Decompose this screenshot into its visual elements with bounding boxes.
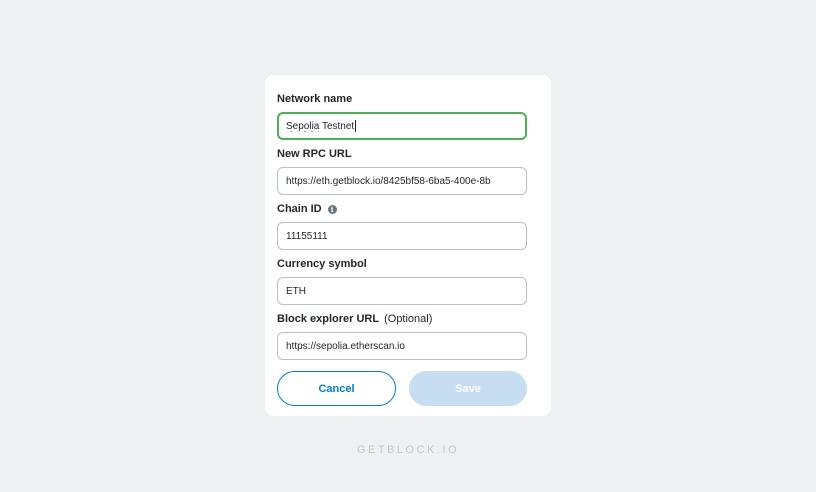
rpc-url-label-text: New RPC URL [277, 148, 352, 160]
network-name-label-text: Network name [277, 93, 353, 105]
block-explorer-input[interactable]: https://sepolia.etherscan.io [277, 332, 527, 360]
block-explorer-label: Block explorer URL (Optional) [277, 312, 432, 326]
block-explorer-value: https://sepolia.etherscan.io [286, 340, 405, 352]
network-name-value: Sepolia Testnet [286, 121, 354, 132]
brand-watermark: GETBLOCK.IO [356, 444, 460, 456]
rpc-url-label: New RPC URL [277, 147, 352, 161]
currency-symbol-input[interactable]: ETH [277, 277, 527, 305]
info-icon[interactable]: i [327, 204, 337, 214]
chain-id-input[interactable]: 11155111 [277, 222, 527, 250]
chain-id-value: 11155111 [286, 230, 328, 242]
optional-tag: (Optional) [384, 313, 433, 325]
chain-id-label-text: Chain ID [277, 203, 322, 215]
network-name-input[interactable]: Sepolia Testnet [277, 112, 527, 140]
cancel-button[interactable]: Cancel [277, 371, 396, 406]
rpc-url-value: https://eth.getblock.io/8425bf58-6ba5-40… [286, 175, 491, 187]
currency-symbol-label-text: Currency symbol [277, 258, 367, 270]
save-button[interactable]: Save [409, 371, 527, 406]
text-caret [355, 120, 357, 132]
rpc-url-input[interactable]: https://eth.getblock.io/8425bf58-6ba5-40… [277, 167, 527, 195]
currency-symbol-label: Currency symbol [277, 257, 367, 271]
currency-symbol-value: ETH [286, 285, 306, 297]
chain-id-label: Chain ID i [277, 202, 337, 216]
add-network-form: Network name Sepolia Testnet New RPC URL… [265, 75, 551, 416]
network-name-value-word1: Sepolia [286, 120, 320, 132]
network-name-label: Network name [277, 92, 352, 106]
block-explorer-label-text: Block explorer URL [277, 313, 380, 325]
network-name-value-rest: Testnet [319, 120, 355, 132]
